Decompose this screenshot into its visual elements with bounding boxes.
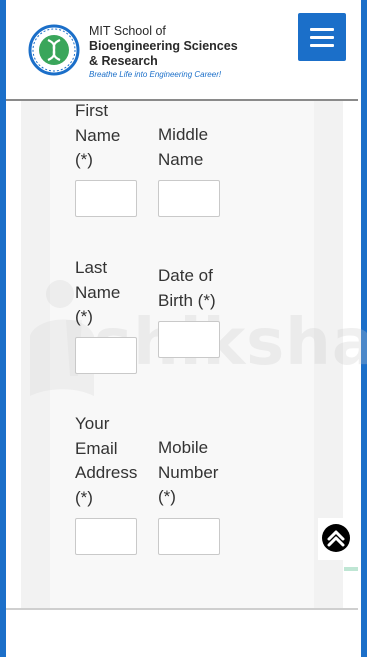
last-name-input[interactable]	[75, 337, 137, 374]
logo-line-1: MIT School of	[89, 24, 166, 38]
college-logo-icon[interactable]	[28, 24, 80, 76]
email-address-label: Your Email Address (*)	[75, 414, 138, 507]
hamburger-menu-icon-bar	[310, 44, 334, 47]
logo-tagline: Breathe Life into Engineering Career!	[89, 70, 222, 79]
hamburger-menu-icon	[310, 28, 334, 31]
chevron-up-circle-icon	[322, 524, 350, 552]
logo-text[interactable]: MIT School of Bioengineering Sciences & …	[89, 24, 238, 81]
footer-divider	[6, 608, 358, 610]
mobile-number-label: Mobile Number (*)	[158, 438, 219, 506]
date-of-birth-label: Date of Birth (*)	[158, 266, 216, 310]
first-name-label: First Name (*)	[75, 101, 121, 169]
middle-name-label: Middle Name	[158, 125, 209, 169]
last-name-label: Last Name (*)	[75, 258, 121, 326]
date-of-birth-input[interactable]	[158, 321, 220, 358]
email-address-input[interactable]	[75, 518, 137, 555]
scroll-accent-bar	[344, 567, 358, 571]
right-frame-border	[361, 0, 367, 657]
hamburger-menu-icon-bar	[310, 36, 334, 39]
mobile-number-input[interactable]	[158, 518, 220, 555]
logo-line-2: Bioengineering Sciences	[89, 39, 238, 53]
hamburger-menu-button[interactable]	[298, 13, 346, 61]
middle-name-input[interactable]	[158, 180, 220, 217]
scroll-to-top-button[interactable]	[318, 518, 358, 560]
logo-line-3: & Research	[89, 54, 158, 68]
first-name-input[interactable]	[75, 180, 137, 217]
site-header: MIT School of Bioengineering Sciences & …	[6, 0, 361, 99]
